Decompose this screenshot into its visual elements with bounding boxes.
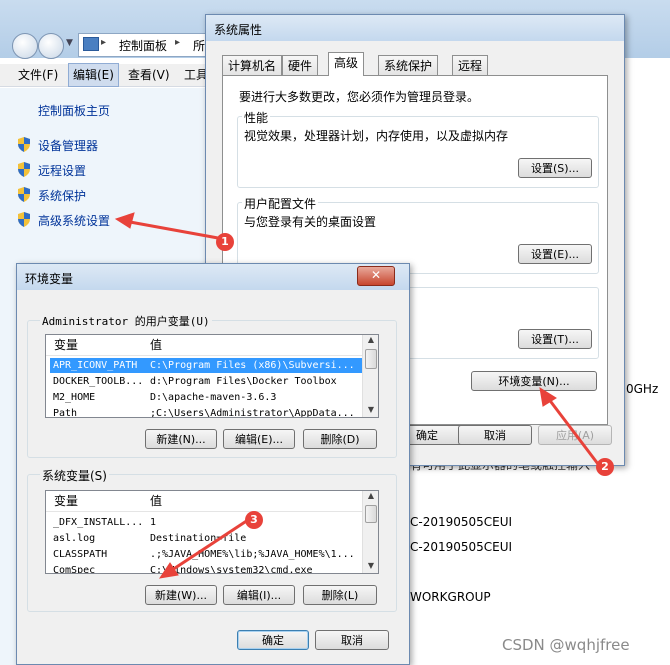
arrow-2-line <box>546 397 600 465</box>
arrow-3-line <box>171 518 249 572</box>
arrow-3-head-icon <box>158 562 179 579</box>
annotation-badge-2: 2 <box>596 458 614 476</box>
tab-advanced[interactable]: 高级 <box>328 52 365 76</box>
arrow-1-head-icon <box>114 212 135 229</box>
watermark: CSDN @wqhjfree <box>502 636 630 654</box>
annotation-arrows <box>114 212 600 579</box>
annotation-badge-1: 1 <box>216 233 234 251</box>
annotation-badge-3: 3 <box>245 511 263 529</box>
arrow-1-line <box>129 220 219 240</box>
